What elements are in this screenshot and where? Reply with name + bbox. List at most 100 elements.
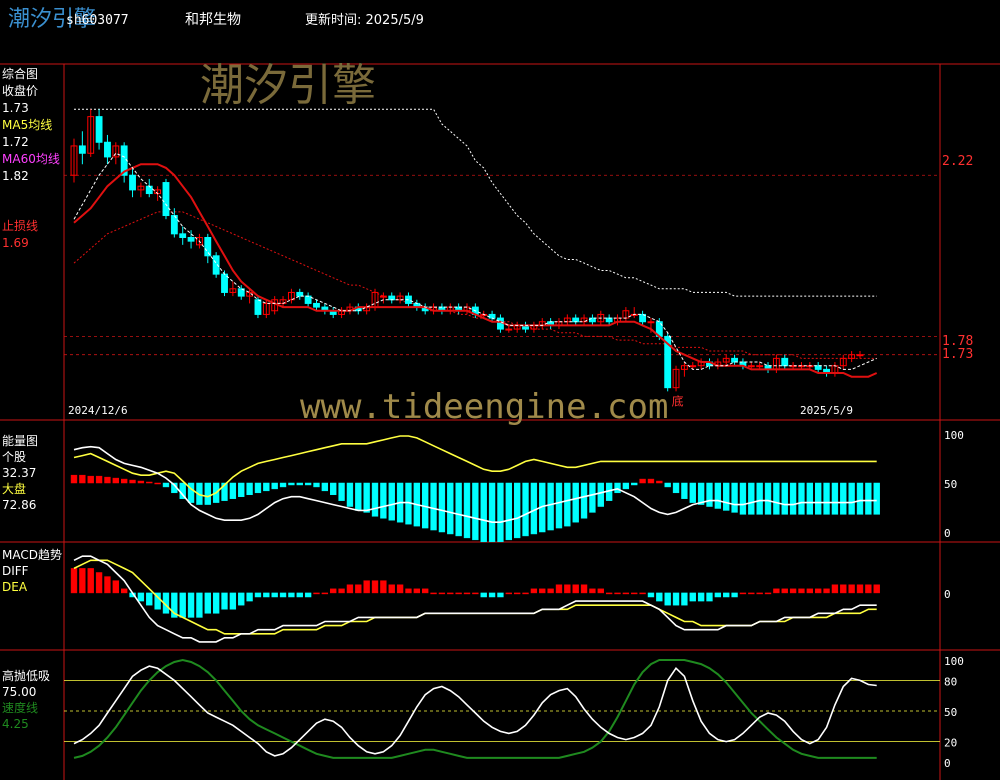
energy-bar bbox=[346, 482, 354, 507]
panel-label: 大盘 bbox=[2, 481, 26, 496]
energy-bar bbox=[781, 482, 788, 515]
macd-hist-bar bbox=[313, 592, 320, 595]
macd-hist-bar bbox=[530, 588, 538, 594]
energy-bar bbox=[355, 482, 362, 511]
energy-bar bbox=[672, 482, 680, 494]
macd-hist-bar bbox=[87, 568, 94, 594]
panel-label: 高抛低吸 bbox=[2, 668, 50, 683]
panel-label: 75.00 bbox=[2, 685, 36, 699]
macd-hist-bar bbox=[380, 580, 387, 594]
macd-diff-line bbox=[73, 555, 877, 643]
price-label-2: 1.73 bbox=[942, 347, 973, 362]
energy-bar bbox=[748, 482, 755, 515]
macd-hist-bar bbox=[513, 592, 521, 595]
panel-label: 32.37 bbox=[2, 466, 36, 480]
energy-bar bbox=[647, 478, 655, 484]
macd-hist-bar bbox=[505, 592, 512, 595]
candle-body bbox=[856, 354, 864, 357]
macd-hist-bar bbox=[806, 588, 814, 594]
macd-hist-bar bbox=[723, 592, 730, 598]
energy-bar bbox=[706, 482, 713, 507]
energy-bar bbox=[789, 482, 797, 515]
macd-hist-bar bbox=[873, 584, 880, 594]
candle-body bbox=[379, 295, 387, 298]
energy-bar bbox=[764, 482, 772, 515]
macd-hist-bar bbox=[346, 584, 354, 594]
panel-label: 72.86 bbox=[2, 498, 36, 512]
energy-bar bbox=[204, 482, 211, 505]
candle-body bbox=[162, 182, 170, 217]
candle-body bbox=[572, 317, 580, 323]
macd-hist-bar bbox=[288, 592, 295, 598]
energy-bar bbox=[547, 482, 554, 531]
energy-bar bbox=[330, 482, 337, 496]
macd-hist-bar bbox=[840, 584, 847, 594]
macd-hist-bar bbox=[187, 592, 195, 618]
macd-hist-bar bbox=[304, 592, 312, 598]
candle-body bbox=[104, 141, 111, 158]
osc-tick-label: 0 bbox=[944, 757, 951, 770]
energy-panel: 100 50 0 bbox=[70, 429, 964, 543]
energy-bar bbox=[798, 482, 805, 515]
macd-hist-bar bbox=[656, 592, 663, 602]
energy-bar bbox=[589, 482, 596, 513]
energy-bar bbox=[555, 482, 563, 529]
candle-body bbox=[689, 365, 697, 368]
energy-bar bbox=[513, 482, 521, 539]
macd-hist-bar bbox=[539, 588, 546, 594]
energy-bar bbox=[238, 482, 245, 497]
energy-bar bbox=[723, 482, 730, 511]
energy-bar bbox=[815, 482, 822, 515]
macd-hist-bar bbox=[396, 584, 404, 594]
macd-hist-bar bbox=[856, 584, 864, 594]
macd-hist-bar bbox=[330, 588, 337, 594]
macd-hist-bar bbox=[672, 592, 680, 606]
energy-tick-label: 50 bbox=[944, 478, 957, 491]
oscillator-panel-labels: 高抛低吸 75.00速度线 4.25 bbox=[2, 668, 50, 731]
panel-label: 止损线 bbox=[2, 219, 38, 233]
panel-label: 能量图 bbox=[2, 434, 38, 448]
energy-bar bbox=[564, 482, 571, 527]
macd-hist-bar bbox=[631, 592, 638, 595]
energy-bar bbox=[756, 482, 763, 515]
macd-hist-bar bbox=[371, 580, 379, 594]
macd-hist-bar bbox=[739, 592, 747, 595]
panel-label: DIFF bbox=[2, 564, 29, 578]
macd-hist-bar bbox=[355, 584, 362, 594]
energy-bar bbox=[714, 482, 722, 509]
energy-bar bbox=[773, 482, 780, 515]
macd-hist-bar bbox=[731, 592, 738, 598]
energy-bar bbox=[254, 482, 262, 494]
macd-hist-bar bbox=[848, 584, 855, 594]
energy-bar bbox=[873, 482, 880, 515]
macd-hist-bar bbox=[647, 592, 655, 598]
macd-hist-bar bbox=[212, 592, 220, 614]
stock-name: 和邦生物 bbox=[185, 12, 241, 28]
candle-body bbox=[747, 365, 755, 368]
panel-label: DEA bbox=[2, 580, 28, 594]
macd-hist-bar bbox=[271, 592, 278, 598]
ma60-line bbox=[73, 163, 878, 378]
energy-bar bbox=[865, 482, 872, 515]
panel-label: 1.72 bbox=[2, 135, 29, 149]
macd-hist-bar bbox=[263, 592, 270, 598]
macd-hist-bar bbox=[547, 588, 554, 594]
macd-hist-bar bbox=[831, 584, 839, 594]
energy-tick-label: 100 bbox=[944, 429, 964, 442]
macd-hist-bar bbox=[254, 592, 262, 598]
energy-bar bbox=[656, 480, 663, 484]
update-time: 更新时间: 2025/5/9 bbox=[305, 12, 424, 28]
candle-body bbox=[78, 145, 86, 154]
candle-body bbox=[187, 237, 195, 242]
osc-tick-label: 20 bbox=[944, 737, 957, 750]
energy-bar bbox=[831, 482, 839, 515]
macd-hist-bar bbox=[204, 592, 211, 614]
energy-bar bbox=[731, 482, 738, 513]
panel-label: 1.69 bbox=[2, 236, 29, 250]
macd-hist-bar bbox=[363, 580, 370, 594]
candle-body bbox=[647, 321, 655, 324]
macd-hist-bar bbox=[572, 584, 579, 594]
energy-bar bbox=[522, 482, 529, 537]
energy-bar bbox=[639, 478, 646, 484]
macd-hist-bar bbox=[798, 588, 805, 594]
